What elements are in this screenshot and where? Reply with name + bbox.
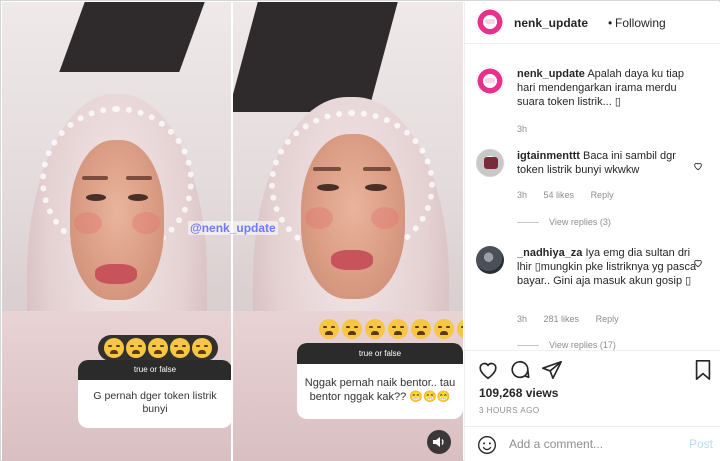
- eyebrow: [363, 167, 391, 171]
- reply-button[interactable]: Reply: [596, 314, 619, 324]
- post-sidebar: nenk_update • Following nenk_update Apal…: [464, 2, 720, 461]
- comment-body: _nadhiya_za Iya emg dia sultan dri lhir …: [517, 246, 697, 288]
- caption: nenk_update Apalah daya ku tiap hari men…: [476, 67, 716, 137]
- sound-toggle-button[interactable]: [427, 430, 451, 454]
- replies-line: [517, 222, 539, 224]
- view-count[interactable]: 109,268 views: [479, 386, 558, 400]
- cheek: [132, 212, 160, 234]
- heart-icon[interactable]: [477, 359, 499, 381]
- weary-emoji-icon: [434, 319, 454, 339]
- comments-list[interactable]: nenk_update Apalah daya ku tiap hari men…: [465, 45, 720, 350]
- eyebrow: [126, 176, 152, 180]
- mouth: [331, 250, 373, 270]
- replies-line: [517, 345, 539, 347]
- comment-meta: 3h 281 likes Reply: [517, 314, 633, 324]
- header-separator: •: [608, 16, 613, 30]
- post-comment-button[interactable]: Post: [689, 437, 713, 451]
- weary-emoji-icon: [365, 319, 385, 339]
- author-avatar[interactable]: [476, 8, 504, 36]
- list-item: _nadhiya_za Iya emg dia sultan dri lhir …: [476, 246, 716, 350]
- weary-emoji-icon: [457, 319, 463, 339]
- sob-emoji-icon: [126, 338, 146, 358]
- sob-emoji-icon: [148, 338, 168, 358]
- caption-time: 3h: [517, 124, 528, 134]
- emoji-reactions: [98, 335, 218, 361]
- question-sticker-text: G pernah dger token listrik bunyi: [93, 390, 217, 415]
- post-modal: true or false G pernah dger token listri…: [0, 0, 720, 461]
- comment-body: igtainmenttt Baca ini sambil dgr token l…: [517, 149, 697, 177]
- reply-button[interactable]: Reply: [591, 190, 614, 200]
- eye: [86, 194, 106, 201]
- question-sticker-header: true or false: [78, 360, 231, 380]
- comment-likes[interactable]: 54 likes: [544, 190, 575, 200]
- author-avatar[interactable]: [476, 67, 504, 95]
- cheek: [371, 207, 399, 229]
- eye: [365, 184, 387, 191]
- watermark: @nenk_update: [188, 221, 278, 235]
- mouth: [95, 264, 137, 284]
- share-icon[interactable]: [541, 359, 563, 381]
- post-media[interactable]: true or false G pernah dger token listri…: [2, 2, 463, 461]
- commenter-avatar[interactable]: [476, 246, 504, 274]
- cheek: [74, 212, 102, 234]
- add-comment-bar: Add a comment... Post: [465, 426, 720, 461]
- question-sticker: true or false Nggak pernah naik bentor..…: [297, 343, 463, 419]
- bookmark-icon[interactable]: [693, 359, 713, 381]
- eye: [128, 194, 148, 201]
- speaker-icon: [433, 437, 444, 447]
- caption-body: nenk_update Apalah daya ku tiap hari men…: [517, 67, 697, 109]
- comment-username[interactable]: igtainmenttt: [517, 150, 580, 162]
- dark-wall-panel: [59, 2, 205, 72]
- view-replies-button[interactable]: View replies (17): [517, 340, 616, 350]
- eyebrow: [82, 176, 108, 180]
- question-sticker: true or false G pernah dger token listri…: [78, 360, 231, 428]
- weary-emoji-icon: [411, 319, 431, 339]
- comment-meta: 3h 54 likes Reply: [517, 190, 628, 200]
- smiley-icon[interactable]: [477, 435, 497, 455]
- sob-emoji-icon: [192, 338, 212, 358]
- commenter-avatar[interactable]: [476, 149, 504, 177]
- view-replies-button[interactable]: View replies (3): [517, 217, 611, 227]
- weary-emoji-icon: [388, 319, 408, 339]
- comment-like-heart-icon[interactable]: [693, 258, 703, 268]
- cheek: [305, 207, 333, 229]
- view-replies-label: View replies (3): [549, 217, 611, 227]
- eye: [317, 184, 339, 191]
- emoji-reactions: [319, 319, 463, 339]
- following-button[interactable]: Following: [615, 16, 666, 30]
- weary-emoji-icon: [319, 319, 339, 339]
- sob-emoji-icon: [170, 338, 190, 358]
- comment-time: 3h: [517, 314, 528, 324]
- question-sticker-header: true or false: [297, 343, 463, 364]
- comment-time: 3h: [517, 190, 528, 200]
- question-sticker-text: Nggak pernah naik bentor.. tau bentor ng…: [304, 377, 456, 403]
- comment-input[interactable]: Add a comment...: [509, 437, 603, 451]
- author-username[interactable]: nenk_update: [514, 16, 588, 30]
- comment-like-heart-icon[interactable]: [693, 161, 703, 171]
- caption-meta: 3h: [517, 124, 541, 134]
- view-replies-label: View replies (17): [549, 340, 616, 350]
- post-timestamp[interactable]: 3 HOURS AGO: [479, 406, 540, 415]
- eyebrow: [313, 167, 341, 171]
- post-header: nenk_update • Following: [465, 2, 720, 44]
- caption-username[interactable]: nenk_update: [517, 68, 585, 80]
- comment-username[interactable]: _nadhiya_za: [517, 247, 582, 259]
- weary-emoji-icon: [342, 319, 362, 339]
- comment-icon[interactable]: [509, 359, 531, 381]
- post-actions: 109,268 views 3 HOURS AGO: [465, 350, 720, 426]
- comment-likes[interactable]: 281 likes: [544, 314, 580, 324]
- list-item: igtainmenttt Baca ini sambil dgr token l…: [476, 149, 716, 229]
- sob-emoji-icon: [104, 338, 124, 358]
